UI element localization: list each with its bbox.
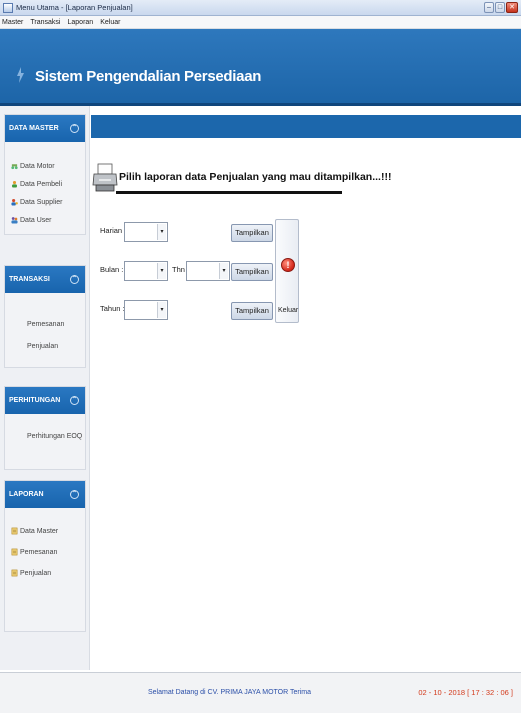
- window-controls: – □ ✕: [484, 2, 518, 13]
- window-title: Menu Utama - [Laporan Penjualan]: [16, 3, 133, 12]
- sidebar-item-laporan-penjualan[interactable]: Penjualan: [11, 569, 51, 577]
- sidebar-item-label: Pemesanan: [27, 321, 65, 328]
- header-banner: Sistem Pengendalian Persediaan: [0, 29, 521, 106]
- chevron-down-icon[interactable]: ▾: [157, 263, 166, 279]
- panel-data-master: DATA MASTER ⌃ Data Motor Data Pembeli Da…: [4, 114, 86, 235]
- sidebar-item-data-motor[interactable]: Data Motor: [11, 162, 55, 170]
- menu-master[interactable]: Master: [2, 19, 23, 26]
- tahun-select[interactable]: ▾: [124, 300, 168, 320]
- panel-header-laporan[interactable]: LAPORAN ⌃: [5, 481, 85, 508]
- sidebar-item-penjualan[interactable]: Penjualan: [27, 343, 58, 350]
- title-divider: [116, 191, 342, 194]
- panel-title: PERHITUNGAN: [9, 397, 61, 404]
- datetime-readout: 02 - 10 - 2018 [ 17 : 32 : 06 ]: [418, 688, 513, 697]
- sidebar-item-label: Data Pembeli: [20, 180, 63, 188]
- tampilkan-bulan-button[interactable]: Tampilkan: [231, 263, 273, 281]
- keluar-button[interactable]: ! Keluar: [275, 219, 299, 323]
- chevron-down-icon[interactable]: ▾: [219, 263, 228, 279]
- bulan-label: Bulan :: [100, 265, 124, 274]
- sidebar-item-data-user[interactable]: Data User: [11, 216, 52, 224]
- sidebar: DATA MASTER ⌃ Data Motor Data Pembeli Da…: [0, 106, 90, 670]
- menu-keluar[interactable]: Keluar: [100, 19, 120, 26]
- minimize-button[interactable]: –: [484, 2, 494, 13]
- maximize-button[interactable]: □: [495, 2, 505, 13]
- bulan-select[interactable]: ▾: [124, 261, 168, 281]
- sidebar-item-label: Data Motor: [20, 162, 55, 170]
- panel-laporan: LAPORAN ⌃ Data Master Pemesanan Penjuala…: [4, 480, 86, 632]
- panel-title: LAPORAN: [9, 491, 44, 498]
- thn-select[interactable]: ▾: [186, 261, 230, 281]
- report-icon: [11, 548, 18, 556]
- chevron-down-icon[interactable]: ▾: [157, 302, 166, 318]
- panel-title: DATA MASTER: [9, 125, 59, 132]
- title-bar: Menu Utama - [Laporan Penjualan] – □ ✕: [0, 0, 521, 16]
- panel-title: TRANSAKSI: [9, 276, 50, 283]
- sidebar-item-data-pembeli[interactable]: Data Pembeli: [11, 180, 62, 188]
- sidebar-item-perhitungan-eoq[interactable]: Perhitungan EOQ: [27, 433, 82, 440]
- menu-laporan[interactable]: Laporan: [68, 19, 94, 26]
- report-icon: [11, 527, 18, 535]
- panel-perhitungan: PERHITUNGAN ⌃ Perhitungan EOQ: [4, 386, 86, 470]
- thn-label: Thn: [172, 265, 185, 274]
- printer-icon: [92, 163, 118, 192]
- collapse-icon[interactable]: ⌃: [70, 275, 79, 284]
- collapse-icon[interactable]: ⌃: [70, 490, 79, 499]
- status-bar: Selamat Datang di CV. PRIMA JAYA MOTOR T…: [0, 672, 521, 713]
- harian-label: Harian :: [100, 226, 127, 235]
- collapse-icon[interactable]: ⌃: [70, 124, 79, 133]
- app-title: Sistem Pengendalian Persediaan: [35, 68, 262, 85]
- panel-header-transaksi[interactable]: TRANSAKSI ⌃: [5, 266, 85, 293]
- page-title: Pilih laporan data Penjualan yang mau di…: [119, 171, 392, 183]
- report-icon: [11, 569, 18, 577]
- welcome-text: Selamat Datang di CV. PRIMA JAYA MOTOR T…: [148, 689, 312, 696]
- tampilkan-tahun-button[interactable]: Tampilkan: [231, 302, 273, 320]
- sidebar-item-label: Perhitungan EOQ: [27, 433, 83, 440]
- sidebar-item-data-supplier[interactable]: Data Supplier: [11, 198, 62, 206]
- motor-icon: [11, 164, 18, 170]
- supplier-icon: [11, 198, 18, 206]
- person-icon: [12, 180, 17, 188]
- tahun-label: Tahun :: [100, 304, 125, 313]
- sidebar-item-label: Data Master: [20, 527, 59, 535]
- close-button[interactable]: ✕: [506, 2, 518, 13]
- sidebar-item-laporan-data-master[interactable]: Data Master: [11, 527, 58, 535]
- sidebar-item-label: Penjualan: [20, 569, 52, 577]
- stop-icon: !: [281, 258, 295, 272]
- panel-header-perhitungan[interactable]: PERHITUNGAN ⌃: [5, 387, 85, 414]
- tampilkan-harian-button[interactable]: Tampilkan: [231, 224, 273, 242]
- sidebar-item-pemesanan[interactable]: Pemesanan: [27, 321, 64, 328]
- chevron-down-icon[interactable]: ▾: [157, 224, 166, 240]
- app-icon: [3, 2, 13, 13]
- panel-header-data-master[interactable]: DATA MASTER ⌃: [5, 115, 85, 142]
- content-header-bar: [91, 115, 521, 138]
- panel-transaksi: TRANSAKSI ⌃ Pemesanan Penjualan: [4, 265, 86, 368]
- collapse-icon[interactable]: ⌃: [70, 396, 79, 405]
- sidebar-item-laporan-pemesanan[interactable]: Pemesanan: [11, 548, 57, 556]
- sidebar-item-label: Penjualan: [27, 343, 59, 350]
- harian-select[interactable]: ▾: [124, 222, 168, 242]
- menu-bar: Master Transaksi Laporan Keluar: [0, 16, 521, 29]
- menu-transaksi[interactable]: Transaksi: [30, 19, 60, 26]
- users-icon: [11, 217, 18, 224]
- keluar-label: Keluar: [278, 307, 299, 314]
- sidebar-item-label: Data Supplier: [20, 198, 63, 206]
- sidebar-item-label: Data User: [20, 216, 52, 224]
- sidebar-item-label: Pemesanan: [20, 548, 58, 556]
- lightning-icon: [17, 67, 24, 83]
